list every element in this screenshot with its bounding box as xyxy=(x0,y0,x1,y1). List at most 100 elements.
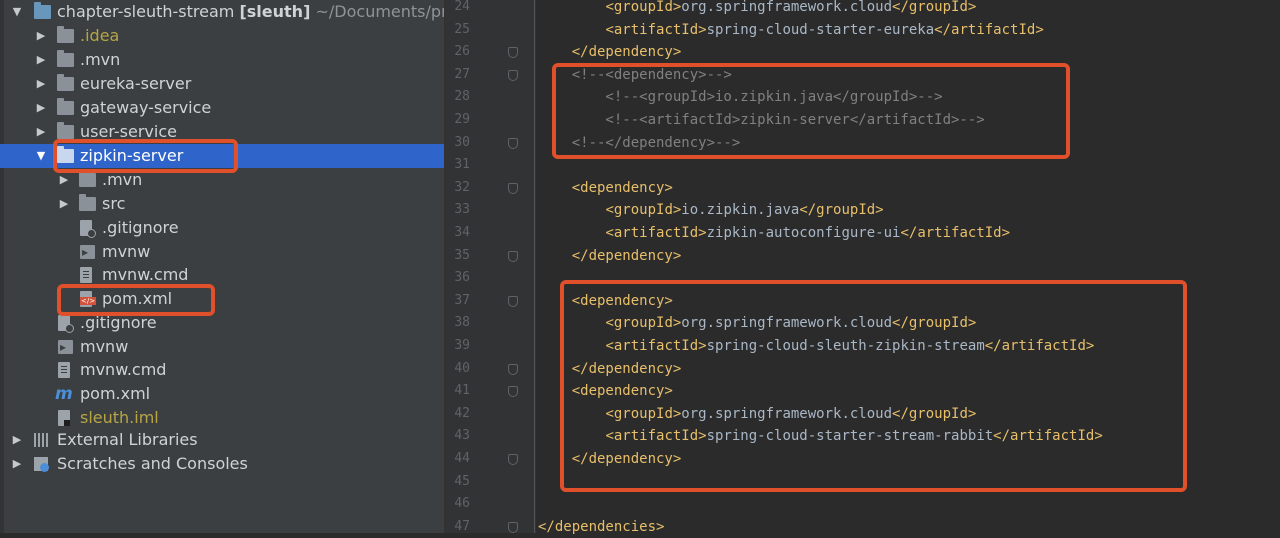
gitignore-file-icon xyxy=(80,220,96,238)
tree-item-gateway-service[interactable]: ▶ gateway-service xyxy=(0,96,444,120)
line-number: 42 xyxy=(454,405,470,421)
fold-marker-icon[interactable] xyxy=(508,137,518,149)
chevron-right-icon[interactable]: ▶ xyxy=(10,452,24,476)
line-number: 44 xyxy=(454,451,470,466)
line-number: 46 xyxy=(454,496,470,512)
folder-icon xyxy=(79,170,96,187)
line-number: 39 xyxy=(454,338,470,353)
chevron-right-icon[interactable]: ▶ xyxy=(34,24,48,48)
tree-root-row[interactable]: ▼ chapter-sleuth-stream [sleuth] ~/Docum… xyxy=(0,0,444,24)
code-line[interactable]: <dependency> xyxy=(538,177,1280,200)
line-number: 29 xyxy=(454,112,470,127)
tree-item-eureka-server[interactable]: ▶ eureka-server xyxy=(0,72,444,96)
root-project-name: chapter-sleuth-stream xyxy=(57,2,235,21)
tree-item-label: .gitignore xyxy=(102,218,179,237)
chevron-right-icon[interactable]: ▶ xyxy=(57,192,71,216)
folder-icon xyxy=(57,74,74,91)
iml-file-icon xyxy=(58,410,70,426)
terminal-file-icon xyxy=(58,335,73,359)
tree-item-idea[interactable]: ▶ .idea xyxy=(0,24,444,48)
chevron-right-icon[interactable]: ▶ xyxy=(10,428,24,452)
folder-icon xyxy=(57,122,74,139)
folder-icon xyxy=(57,98,74,115)
tree-item-scratches[interactable]: ▶ Scratches and Consoles xyxy=(0,452,444,476)
text-file-icon xyxy=(58,362,70,378)
code-line[interactable]: <groupId>io.zipkin.java</groupId> xyxy=(538,199,1280,222)
fold-marker-icon[interactable] xyxy=(508,454,518,465)
tree-item-sleuth-iml[interactable]: sleuth.iml xyxy=(0,406,444,430)
highlight-box-zipkin-server xyxy=(53,139,238,173)
tree-item-label: .idea xyxy=(80,26,120,45)
scratches-icon xyxy=(34,457,49,472)
line-number: 32 xyxy=(454,179,470,195)
code-line[interactable] xyxy=(538,493,1280,516)
line-number: 31 xyxy=(454,157,470,173)
maven-icon: m xyxy=(55,384,73,404)
line-number: 34 xyxy=(454,225,470,240)
chevron-down-icon[interactable]: ▼ xyxy=(34,144,48,168)
tree-item-label: mvnw xyxy=(80,337,129,356)
code-line[interactable]: <groupId>org.springframework.cloud</grou… xyxy=(538,0,1280,19)
code-line[interactable]: <artifactId>zipkin-autoconfigure-ui</art… xyxy=(538,222,1280,245)
tree-item-mvnw[interactable]: mvnw xyxy=(0,240,444,264)
root-module-name: [sleuth] xyxy=(239,2,311,21)
fold-marker-icon[interactable] xyxy=(508,69,518,81)
highlight-box-pom-xml xyxy=(57,284,215,316)
line-number: 25 xyxy=(454,21,470,37)
tree-item-label: sleuth.iml xyxy=(80,408,159,427)
gutter-separator xyxy=(534,0,535,533)
root-project-path: ~/Documents/pro xyxy=(315,2,444,21)
tree-item-label: mvnw xyxy=(102,242,151,261)
tree-item-src[interactable]: ▶ src xyxy=(0,192,444,216)
line-number: 27 xyxy=(454,66,470,82)
folder-icon xyxy=(57,26,74,43)
line-number: 35 xyxy=(454,247,470,263)
text-file-icon xyxy=(80,267,92,283)
line-number: 36 xyxy=(454,270,470,286)
line-number: 30 xyxy=(454,134,470,150)
code-line[interactable]: </dependency> xyxy=(538,245,1280,268)
tree-item-mvn[interactable]: ▶ .mvn xyxy=(0,48,444,72)
tree-item-external-libraries[interactable]: ▶ External Libraries xyxy=(0,428,444,452)
fold-marker-icon[interactable] xyxy=(508,182,518,194)
code-line[interactable]: </dependency> xyxy=(538,41,1280,64)
tree-item-label: gateway-service xyxy=(80,98,212,117)
tree-item-mvnw[interactable]: mvnw xyxy=(0,335,444,359)
fold-marker-icon[interactable] xyxy=(508,386,518,398)
tree-item-label: .mvn xyxy=(80,50,121,69)
tree-item-label: pom.xml xyxy=(80,384,151,403)
fold-marker-icon[interactable] xyxy=(508,250,518,262)
gitignore-file-icon xyxy=(58,315,74,333)
tree-item-label: mvnw.cmd xyxy=(80,360,167,379)
chevron-right-icon[interactable]: ▶ xyxy=(34,48,48,72)
tree-item-pom-xml[interactable]: m pom.xml xyxy=(0,382,444,406)
module-folder-icon xyxy=(34,2,51,19)
tree-item-label: Scratches and Consoles xyxy=(57,454,248,473)
line-number: 24 xyxy=(454,0,470,14)
tree-item-mvnw-cmd[interactable]: mvnw.cmd xyxy=(0,358,444,382)
line-number: 26 xyxy=(454,44,470,60)
tree-item-label: eureka-server xyxy=(80,74,192,93)
line-number: 38 xyxy=(454,315,470,331)
line-number: 33 xyxy=(454,202,470,218)
line-number: 45 xyxy=(454,473,470,489)
line-number: 28 xyxy=(454,89,470,105)
fold-marker-icon[interactable] xyxy=(508,363,518,375)
libraries-icon xyxy=(34,433,50,447)
code-line[interactable]: </dependencies> xyxy=(538,516,1280,538)
tree-item-gitignore[interactable]: .gitignore xyxy=(0,216,444,240)
chevron-right-icon[interactable]: ▶ xyxy=(34,72,48,96)
tree-item-label: src xyxy=(102,194,126,213)
folder-icon xyxy=(79,194,96,211)
line-number: 37 xyxy=(454,292,470,308)
folder-icon xyxy=(57,50,74,67)
highlight-box-commented-dependency xyxy=(552,63,1070,159)
chevron-right-icon[interactable]: ▶ xyxy=(34,120,48,144)
line-number: 47 xyxy=(454,518,470,534)
chevron-right-icon[interactable]: ▶ xyxy=(34,96,48,120)
chevron-down-icon[interactable]: ▼ xyxy=(10,0,24,24)
fold-marker-icon[interactable] xyxy=(508,295,518,307)
fold-marker-icon[interactable] xyxy=(508,521,518,533)
fold-marker-icon[interactable] xyxy=(508,47,518,59)
code-line[interactable]: <artifactId>spring-cloud-starter-eureka<… xyxy=(538,19,1280,42)
